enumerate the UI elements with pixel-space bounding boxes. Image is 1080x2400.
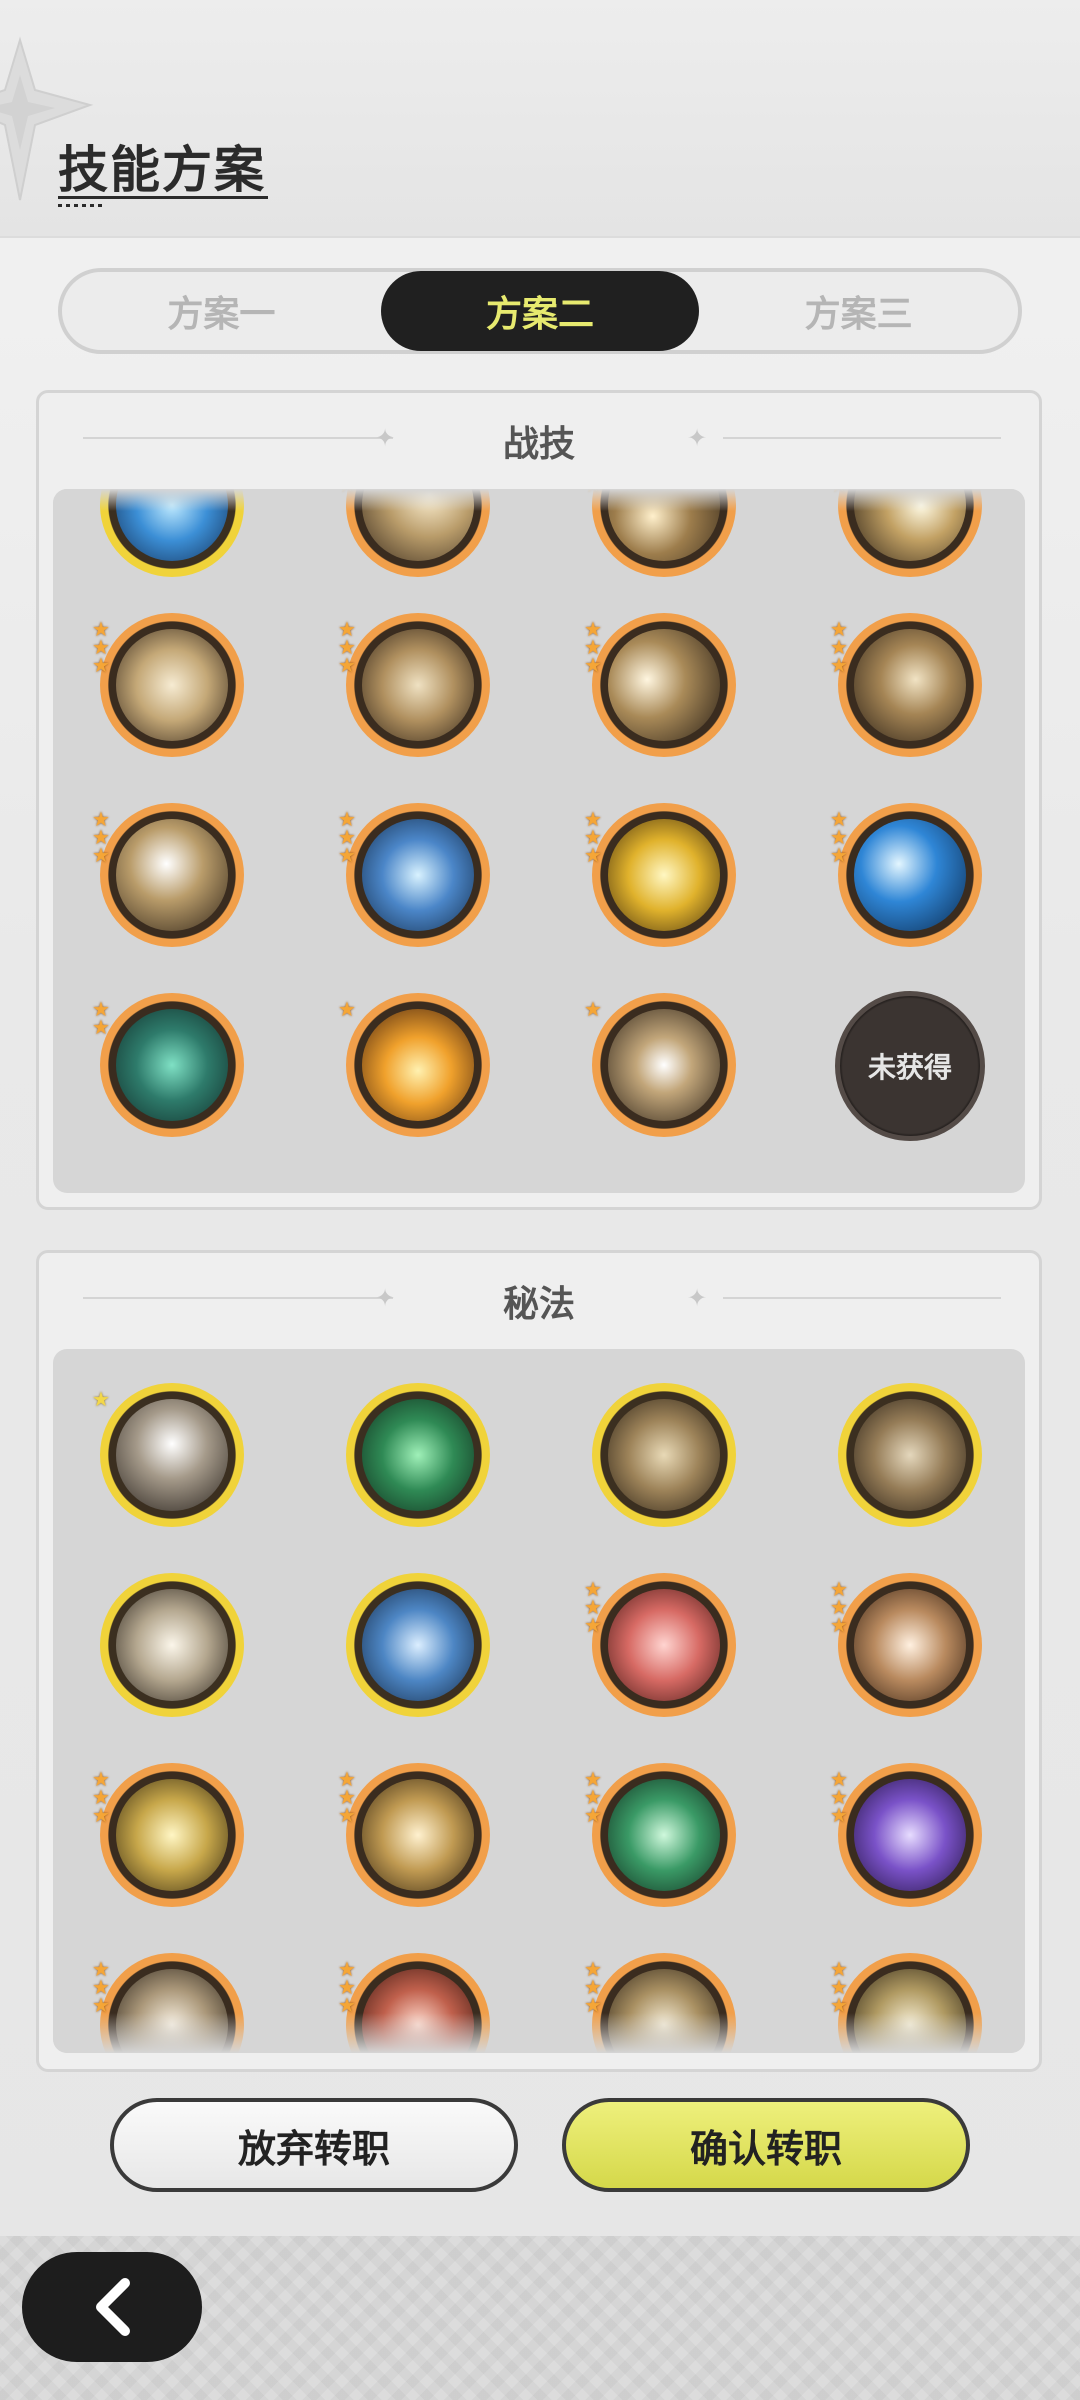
web-net-icon[interactable]: ★ ★ — [92, 993, 244, 1137]
shield-breaker-icon[interactable] — [838, 1383, 982, 1527]
confirm-class-change-button[interactable]: 确认转职 — [562, 2098, 970, 2192]
combat-skills-title: 战技 — [502, 423, 575, 464]
header: 技能方案 — [0, 0, 1080, 238]
armor-icon[interactable]: ★ ★ ★ — [338, 1763, 490, 1907]
back-button[interactable] — [22, 2252, 202, 2362]
title-dots — [58, 204, 106, 207]
sword-icon[interactable] — [100, 1573, 244, 1717]
sparkle-vortex-icon[interactable]: ★ — [584, 993, 736, 1137]
shield-aura-icon[interactable]: ★ ★ ★ — [338, 803, 490, 947]
power-up-icon[interactable]: ★ ★ ★ — [584, 803, 736, 947]
purple-beast-icon[interactable]: ★ ★ ★ — [830, 1763, 982, 1907]
heart-shield-icon[interactable]: ★ ★ ★ — [830, 1573, 982, 1717]
crescent-slash-icon[interactable]: ★ ★ ★ — [830, 613, 982, 757]
combat-skills-header: ✦ 战技 ✦ — [39, 393, 1039, 483]
abandon-class-change-button[interactable]: 放弃转职 — [110, 2098, 518, 2192]
tab-plan-2[interactable]: 方案二 — [380, 271, 700, 351]
page-title: 技能方案 — [58, 142, 266, 198]
combat-skills-grid[interactable]: ★★★ ★★★ ★★★ ★★★ ★★★ ★★★ ★★★ ★★★ ★★★ ★★★ … — [53, 489, 1025, 1193]
tab-plan-3[interactable]: 方案三 — [699, 271, 1018, 351]
skill-plan-screen: 技能方案 方案一 方案二 方案三 ✦ 战技 ✦ ★ ★ ★ ★ ★ ★ ★ ★ ★ ★ ★ ★ — [0, 0, 1080, 2400]
uppercut-icon[interactable]: ★ ★ ★ — [92, 803, 244, 947]
combat-skills-panel: ✦ 战技 ✦ ★ ★ ★ ★ ★ ★ ★ ★ ★ ★ ★ ★ ★ ★ ★ ★ ★ ★ ★ ★ ★ ★ ★ ★ ★… — [36, 390, 1042, 1210]
title-underline — [58, 196, 268, 199]
secret-arts-title: 秘法 — [502, 1283, 575, 1324]
flame-strike-icon[interactable]: ★ — [338, 993, 490, 1137]
sparkle-icon: ✦ — [687, 1285, 708, 1312]
blue-slash-icon[interactable]: ★ ★ ★ — [830, 803, 982, 947]
divider-line — [723, 437, 1001, 439]
tab-plan-1[interactable]: 方案一 — [62, 271, 381, 351]
sparkle-icon: ✦ — [687, 425, 708, 452]
secret-arts-header: ✦ 秘法 ✦ — [39, 1253, 1039, 1343]
water-shield-icon[interactable] — [346, 1573, 490, 1717]
secret-arts-grid[interactable]: ★ ★ ★ ★ ★ ★ ★ ★ ★ ★ ★ ★ ★ ★ ★ ★ ★ ★ ★ ★ ★ ★ ★ ★ ★ ★ ★ ★ ★ ★… — [53, 1349, 1025, 2053]
muscle-flex-icon[interactable]: ★ ★ ★ — [92, 613, 244, 757]
dragon-icon[interactable] — [592, 1383, 736, 1527]
broken-blade-icon[interactable]: ★ — [92, 1383, 244, 1527]
red-sword-icon[interactable]: ★ ★ ★ — [584, 1573, 736, 1717]
secret-arts-panel: ✦ 秘法 ✦ ★ ★ ★ ★ ★ ★ ★ ★ ★ ★ ★ ★ ★ ★ ★ ★ ★ ★ ★ — [36, 1250, 1042, 2072]
plan-tabs: 方案一 方案二 方案三 — [58, 268, 1022, 354]
green-cross-icon[interactable] — [346, 1383, 490, 1527]
stampede-icon[interactable]: ★ ★ ★ — [338, 613, 490, 757]
golden-hex-icon[interactable]: ★ ★ ★ — [92, 1763, 244, 1907]
divider-line — [723, 1297, 1001, 1299]
dash-attack-icon[interactable]: ★ ★ ★ — [584, 613, 736, 757]
heal-heart-icon[interactable]: ★ ★ ★ — [584, 1763, 736, 1907]
locked-skill-slot[interactable]: 未获得 — [835, 991, 985, 1141]
chevron-left-icon — [96, 2278, 130, 2336]
locked-label: 未获得 — [867, 1052, 952, 1083]
